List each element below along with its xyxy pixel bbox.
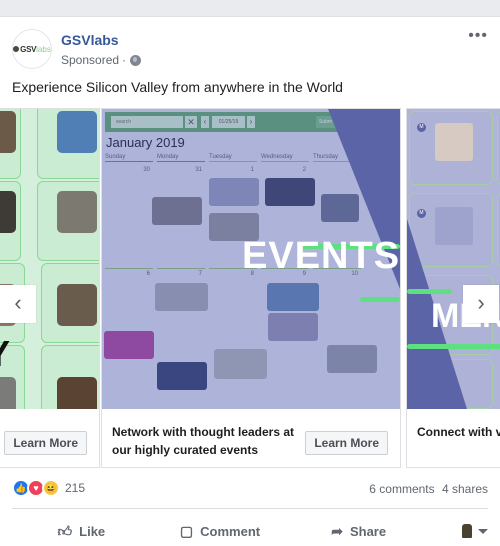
- reaction-identity-selector[interactable]: [428, 517, 489, 545]
- ad-carousel: TY Learn More search ✕ ‹ 01/25/19 › Subm…: [0, 108, 500, 468]
- decorative-diagonal: [407, 219, 467, 409]
- member-photo: [57, 111, 97, 153]
- learn-more-button[interactable]: Learn More: [305, 431, 388, 455]
- carousel-prev-button[interactable]: ‹: [0, 285, 36, 323]
- page-avatar[interactable]: GSV labs: [12, 29, 52, 69]
- learn-more-button[interactable]: Learn More: [4, 431, 87, 455]
- member-photo: [0, 377, 16, 409]
- accent-bar: [360, 297, 400, 302]
- card-image[interactable]: M M MEN: [407, 109, 500, 409]
- globe-icon[interactable]: [130, 54, 142, 66]
- member-photo: [57, 284, 97, 326]
- share-label: Share: [349, 523, 387, 539]
- chevron-right-icon: ›: [477, 290, 485, 315]
- card-banner-text: TY: [0, 333, 10, 375]
- avatar-logo-accent: labs: [36, 44, 51, 54]
- share-button[interactable]: ➦ Share: [289, 517, 428, 545]
- accent-bar: [407, 344, 500, 349]
- comment-button[interactable]: ▢ Comment: [151, 517, 290, 545]
- carousel-next-button[interactable]: ›: [463, 285, 499, 323]
- like-label: Like: [79, 523, 106, 539]
- card-caption: Network with thought leaders at our high…: [112, 425, 295, 457]
- card-image[interactable]: TY: [0, 109, 99, 409]
- card-banner-text: EVENTS: [242, 235, 400, 277]
- card-image[interactable]: search ✕ ‹ 01/25/19 › Subm January 2019 …: [102, 109, 400, 409]
- card-caption: Connect with v mentors: [417, 425, 500, 439]
- feed-post: GSV labs GSVlabs Sponsored · ••• Experien…: [0, 16, 500, 546]
- member-photo: [0, 111, 16, 153]
- haha-reaction-icon: 😆: [42, 479, 60, 497]
- post-text: Experience Silicon Valley from anywhere …: [12, 79, 343, 95]
- chevron-left-icon: ‹: [14, 290, 22, 315]
- sponsored-label[interactable]: Sponsored: [61, 53, 119, 67]
- post-actions: 👍︎ Like ▢ Comment ➦ Share: [12, 517, 489, 545]
- member-photo: [57, 377, 97, 409]
- comment-label: Comment: [200, 523, 261, 539]
- avatar-logo-text: GSV: [20, 44, 37, 54]
- engagement-counts: 6 comments 4 shares: [365, 482, 488, 496]
- reactions-summary[interactable]: 👍 ♥ 😆 215: [12, 479, 85, 497]
- like-button[interactable]: 👍︎ Like: [12, 517, 151, 545]
- carousel-card-events[interactable]: search ✕ ‹ 01/25/19 › Subm January 2019 …: [101, 108, 401, 468]
- member-photo: [57, 191, 97, 233]
- member-photo: [0, 191, 16, 233]
- comment-icon: ▢: [179, 522, 194, 539]
- comments-count-link[interactable]: 6 comments: [369, 482, 434, 496]
- more-options-button[interactable]: •••: [468, 27, 488, 45]
- thumbs-up-icon: 👍︎: [57, 522, 73, 539]
- page-name-link[interactable]: GSVlabs: [61, 32, 119, 48]
- sponsored-line: Sponsored ·: [61, 53, 142, 67]
- shares-count-link[interactable]: 4 shares: [442, 482, 488, 496]
- share-icon: ➦: [331, 522, 343, 539]
- accent-bar: [407, 289, 452, 294]
- logo-mark-icon: [13, 46, 20, 52]
- separator: ·: [122, 53, 127, 67]
- divider: [12, 508, 488, 509]
- user-avatar: [462, 524, 473, 538]
- reaction-count[interactable]: 215: [65, 481, 85, 495]
